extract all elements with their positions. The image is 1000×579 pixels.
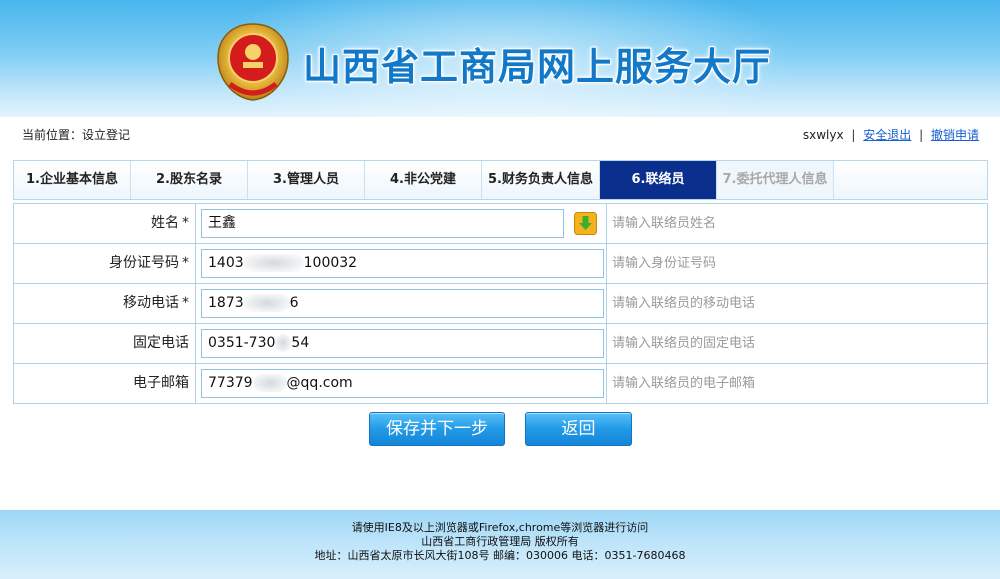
name-label: 姓名 * [14,204,196,243]
separator: | [851,128,856,142]
form-row-phone: 固定电话 0351-730 54 请输入联络员的固定电话 [14,324,988,364]
id-number-hint: 请输入身份证号码 [607,244,988,283]
national-emblem-icon [217,23,289,101]
mobile-field-cell: 1873 6 [196,284,607,323]
copyright: 山西省工商行政管理局 版权所有 [421,535,579,548]
breadcrumb: 当前位置：设立登记 [22,128,131,142]
username: sxwlyx [802,128,844,142]
phone-hint: 请输入联络员的固定电话 [607,324,988,363]
location-bar: 当前位置：设立登记 sxwlyx | 安全退出 | 撤销申请 [0,117,1000,147]
form-row-id-number: 身份证号码 * 1403 100032 请输入身份证号码 [14,244,988,284]
id-number-input[interactable]: 1403 100032 [201,249,604,278]
form-row-email: 电子邮箱 77379 @qq.com 请输入联络员的电子邮箱 [14,364,988,404]
tab-shareholders[interactable]: 2.股东名录 [131,161,248,199]
contact-address: 地址：山西省太原市长风大街108号 邮编：030006 电话：0351-7680… [314,549,686,562]
back-button[interactable]: 返回 [525,412,632,446]
form-row-mobile: 移动电话 * 1873 6 请输入联络员的移动电话 [14,284,988,324]
email-field-cell: 77379 @qq.com [196,364,607,403]
site-title: 山西省工商局网上服务大厅 [303,45,772,89]
redaction-blur [252,374,287,392]
user-area: sxwlyx | 安全退出 | 撤销申请 [803,126,979,143]
liaison-form: 姓名 * 王鑫 请输入联络员姓名 身份证号码 * 1403 100032 请输入身份证… [13,203,988,404]
phone-label: 固定电话 [14,324,196,363]
step-tabs: 1.企业基本信息 2.股东名录 3.管理人员 4.非公党建 5.财务负责人信息 … [13,160,988,200]
email-label: 电子邮箱 [14,364,196,403]
name-input[interactable]: 王鑫 [201,209,564,238]
id-number-field-cell: 1403 100032 [196,244,607,283]
phone-input[interactable]: 0351-730 54 [201,329,604,358]
mobile-label: 移动电话 * [14,284,196,323]
id-number-label: 身份证号码 * [14,244,196,283]
mobile-input[interactable]: 1873 6 [201,289,604,318]
tab-finance-officer[interactable]: 5.财务负责人信息 [482,161,600,199]
tab-liaison[interactable]: 6.联络员 [600,161,717,199]
tab-company-basic-info[interactable]: 1.企业基本信息 [14,161,131,199]
phone-field-cell: 0351-730 54 [196,324,607,363]
logout-link[interactable]: 安全退出 [863,128,911,142]
download-arrow-icon[interactable] [574,212,597,235]
save-and-next-button[interactable]: 保存并下一步 [369,412,505,446]
redaction-blur [275,334,292,352]
email-hint: 请输入联络员的电子邮箱 [607,364,988,403]
name-hint: 请输入联络员姓名 [607,204,988,243]
revoke-application-link[interactable]: 撤销申请 [931,128,979,142]
tab-agent-info[interactable]: 7.委托代理人信息 [717,161,834,199]
site-header: 山西省工商局网上服务大厅 [0,0,1000,117]
redaction-blur [243,294,290,312]
tab-managers[interactable]: 3.管理人员 [248,161,365,199]
browser-notice: 请使用IE8及以上浏览器或Firefox,chrome等浏览器进行访问 [351,521,649,534]
separator: | [919,128,924,142]
form-row-name: 姓名 * 王鑫 请输入联络员姓名 [14,204,988,244]
mobile-hint: 请输入联络员的移动电话 [607,284,988,323]
tab-party-building[interactable]: 4.非公党建 [365,161,482,199]
site-footer: 请使用IE8及以上浏览器或Firefox,chrome等浏览器进行访问 山西省工… [0,510,1000,579]
email-input[interactable]: 77379 @qq.com [201,369,604,398]
redaction-blur [243,254,304,272]
name-field-cell: 王鑫 [196,204,607,243]
